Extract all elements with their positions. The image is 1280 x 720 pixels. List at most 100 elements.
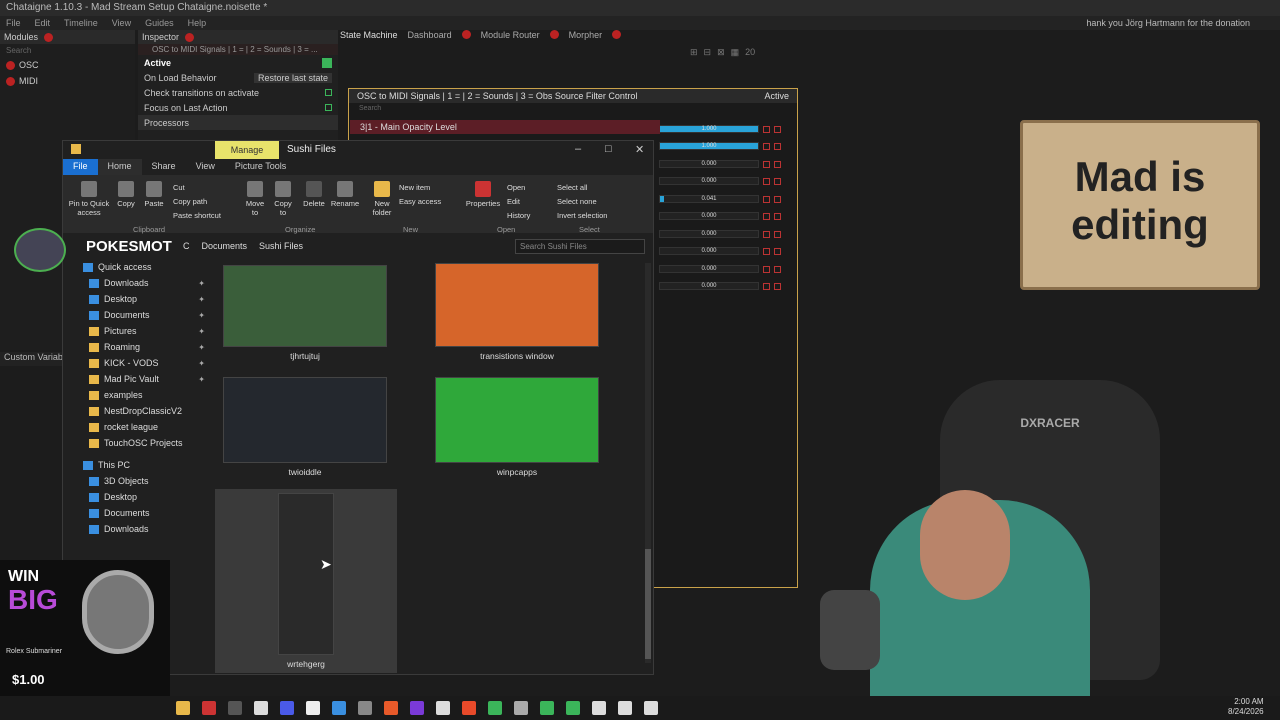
maximize-icon[interactable]: □: [605, 143, 612, 155]
explorer-titlebar[interactable]: Manage Sushi Files – □ ✕: [63, 141, 653, 159]
remove-icon[interactable]: [774, 125, 781, 133]
osc-value-row[interactable]: 1.000: [659, 141, 789, 151]
tab-picture-tools[interactable]: Picture Tools: [225, 159, 296, 175]
open-button[interactable]: Open: [507, 181, 530, 195]
value-slider[interactable]: 0.000: [659, 177, 759, 185]
taskbar-clock[interactable]: 2:00 AM 8/24/2026: [1228, 697, 1264, 717]
file-item[interactable]: tjhrtujtuj: [223, 265, 387, 361]
file-item[interactable]: twioiddle: [223, 377, 387, 477]
remove-icon[interactable]: [774, 282, 781, 290]
taskbar-app-icon[interactable]: [410, 701, 424, 715]
nav-item-quick[interactable]: rocket league: [63, 419, 213, 435]
on-load-select[interactable]: Restore last state: [253, 72, 332, 83]
nav-item-pc[interactable]: 3D Objects: [63, 473, 213, 489]
taskbar-app-icon[interactable]: [462, 701, 476, 715]
search-input[interactable]: Search Sushi Files: [515, 239, 645, 254]
select-all-button[interactable]: Select all: [557, 181, 607, 195]
close-icon[interactable]: [612, 30, 622, 39]
tab-home[interactable]: Home: [97, 159, 142, 175]
remove-icon[interactable]: [774, 177, 781, 185]
nav-item-pc[interactable]: Documents: [63, 505, 213, 521]
module-item-midi[interactable]: MIDI: [0, 73, 135, 89]
nav-item-pc[interactable]: Desktop: [63, 489, 213, 505]
menu-file[interactable]: File: [6, 18, 21, 28]
new-item-button[interactable]: New item: [399, 181, 441, 195]
taskbar-app-icon[interactable]: [618, 701, 632, 715]
osc-value-row[interactable]: 0.000: [659, 246, 789, 256]
enable-checkbox[interactable]: [763, 160, 770, 168]
value-slider[interactable]: 1.000: [659, 142, 759, 150]
nav-item-quick[interactable]: examples: [63, 387, 213, 403]
osc-value-row[interactable]: 0.000: [659, 281, 789, 291]
file-item-selected[interactable]: wrtehgerg: [215, 489, 397, 673]
taskbar-app-icon[interactable]: [514, 701, 528, 715]
rename-button[interactable]: Rename: [329, 181, 361, 208]
value-slider[interactable]: 0.041: [659, 195, 759, 203]
osc-value-row[interactable]: 1.000: [659, 124, 789, 134]
value-slider[interactable]: 0.000: [659, 247, 759, 255]
focus-last-checkbox[interactable]: [325, 104, 332, 111]
select-none-button[interactable]: Select none: [557, 195, 607, 209]
module-item-osc[interactable]: OSC: [0, 57, 135, 73]
active-checkbox[interactable]: [322, 57, 332, 68]
remove-icon[interactable]: [774, 195, 781, 203]
taskbar-app-icon[interactable]: [202, 701, 216, 715]
enable-checkbox[interactable]: [763, 247, 770, 255]
close-icon[interactable]: [44, 32, 54, 42]
taskbar-app-icon[interactable]: [332, 701, 346, 715]
value-slider[interactable]: 0.000: [659, 212, 759, 220]
osc-value-row[interactable]: 0.000: [659, 264, 789, 274]
osc-value-row[interactable]: 0.041: [659, 194, 789, 204]
taskbar-app-icon[interactable]: [644, 701, 658, 715]
enable-checkbox[interactable]: [763, 230, 770, 238]
zoom-value[interactable]: 20: [745, 47, 755, 61]
paste-shortcut-button[interactable]: Paste shortcut: [173, 209, 221, 223]
taskbar-app-icon[interactable]: [592, 701, 606, 715]
align-icon[interactable]: ⊠: [717, 47, 725, 61]
value-slider[interactable]: 0.000: [659, 160, 759, 168]
tab-dashboard[interactable]: Dashboard: [408, 30, 452, 44]
breadcrumb-documents[interactable]: Documents: [202, 241, 248, 251]
enable-checkbox[interactable]: [763, 195, 770, 203]
cut-button[interactable]: Cut: [173, 181, 221, 195]
tab-view[interactable]: View: [186, 159, 225, 175]
taskbar-app-icon[interactable]: [358, 701, 372, 715]
copy-to-button[interactable]: Copy to: [271, 181, 295, 217]
history-button[interactable]: History: [507, 209, 530, 223]
pin-quick-access-button[interactable]: Pin to Quick access: [67, 181, 111, 217]
menu-guides[interactable]: Guides: [145, 18, 174, 28]
nav-item-quick[interactable]: Roaming ✦: [63, 339, 213, 355]
properties-button[interactable]: Properties: [465, 181, 501, 208]
main-opacity-param[interactable]: 3|1 - Main Opacity Level: [350, 120, 660, 134]
tab-state-machine[interactable]: State Machine: [340, 30, 398, 44]
menu-timeline[interactable]: Timeline: [64, 18, 98, 28]
enable-checkbox[interactable]: [763, 142, 770, 150]
edit-button[interactable]: Edit: [507, 195, 530, 209]
taskbar-app-icon[interactable]: [306, 701, 320, 715]
osc-value-row[interactable]: 0.000: [659, 211, 789, 221]
file-item[interactable]: winpcapps: [435, 377, 599, 477]
value-slider[interactable]: 0.000: [659, 265, 759, 273]
taskbar-app-icon[interactable]: [488, 701, 502, 715]
file-item[interactable]: transistions window: [435, 263, 599, 361]
invert-selection-button[interactable]: Invert selection: [557, 209, 607, 223]
nav-item-quick[interactable]: TouchOSC Projects: [63, 435, 213, 451]
enable-checkbox[interactable]: [763, 177, 770, 185]
modules-search[interactable]: Search: [0, 44, 135, 57]
nav-item-quick[interactable]: Documents ✦: [63, 307, 213, 323]
remove-icon[interactable]: [774, 265, 781, 273]
nav-item-quick[interactable]: Desktop ✦: [63, 291, 213, 307]
taskbar-app-icon[interactable]: [436, 701, 450, 715]
paste-button[interactable]: Paste: [141, 181, 167, 208]
taskbar-app-icon[interactable]: [254, 701, 268, 715]
enable-checkbox[interactable]: [763, 125, 770, 133]
breadcrumb-sushi-files[interactable]: Sushi Files: [259, 241, 303, 251]
delete-button[interactable]: Delete: [301, 181, 327, 208]
align-icon[interactable]: ⊟: [704, 47, 712, 61]
remove-icon[interactable]: [774, 230, 781, 238]
osc-value-row[interactable]: 0.000: [659, 159, 789, 169]
taskbar-app-icon[interactable]: [566, 701, 580, 715]
menu-edit[interactable]: Edit: [35, 18, 51, 28]
new-folder-button[interactable]: New folder: [369, 181, 395, 217]
nav-item-quick[interactable]: KICK - VODS ✦: [63, 355, 213, 371]
